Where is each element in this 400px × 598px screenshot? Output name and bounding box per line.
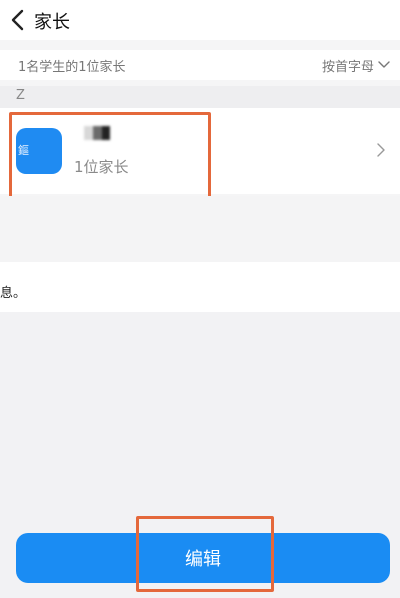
parent-count-label: 1位家长: [74, 158, 129, 176]
chevron-down-icon: [378, 61, 390, 68]
section-header: Z: [0, 86, 400, 108]
summary-row: 1名学生的1位家长 按首字母: [0, 50, 400, 80]
sort-dropdown[interactable]: 按首字母: [322, 54, 390, 76]
avatar: 鏂: [16, 128, 62, 174]
empty-panel: [0, 196, 400, 262]
page-title: 家长: [34, 12, 70, 33]
blurred-name: [84, 126, 110, 140]
parent-count-text: 1名学生的1位家长: [18, 60, 126, 75]
notice-panel: [0, 262, 400, 312]
list-item[interactable]: 鏂 1位家长: [0, 108, 400, 194]
edit-button-label: 编辑: [185, 549, 221, 569]
avatar-text: 鏂: [18, 144, 29, 157]
partial-notice-text: 息。: [0, 286, 27, 301]
edit-button[interactable]: 编辑: [16, 533, 390, 583]
chevron-right-icon: [377, 143, 385, 157]
app-header: 家长: [0, 0, 400, 40]
section-letter: Z: [16, 88, 25, 103]
chevron-left-icon[interactable]: [10, 9, 26, 31]
sort-label: 按首字母: [321, 59, 374, 75]
